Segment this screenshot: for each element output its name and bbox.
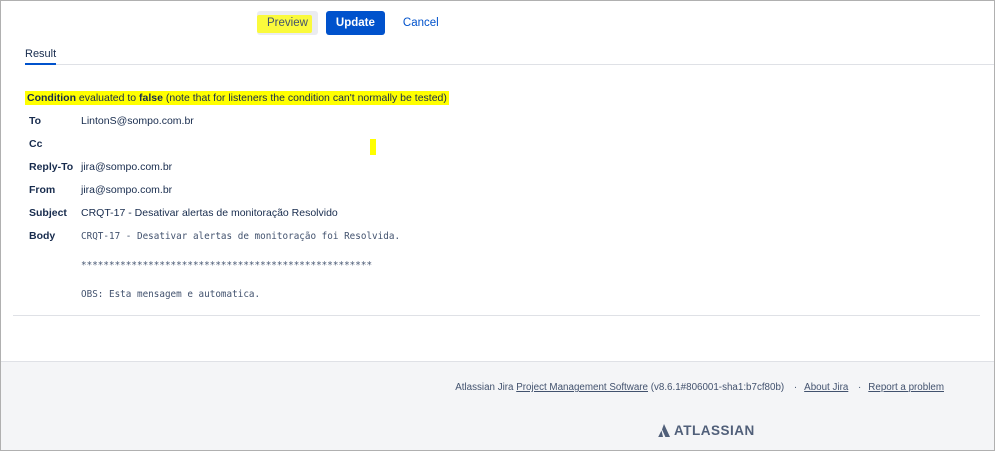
condition-note: (note that for listeners the condition c… — [162, 92, 447, 104]
preview-button[interactable]: Preview — [257, 11, 318, 35]
email-row-from: From jira@sompo.com.br — [29, 182, 400, 205]
field-value: CRQT-17 - Desativar alertas de monitoraç… — [81, 207, 338, 219]
atlassian-mark-icon — [658, 424, 670, 437]
report-problem-link[interactable]: Report a problem — [868, 382, 944, 393]
condition-text: evaluated to — [75, 92, 140, 104]
email-row-subject: Subject CRQT-17 - Desativar alertas de mo… — [29, 205, 400, 228]
email-row-body: Body CRQT-17 - Desativar alertas de moni… — [29, 228, 400, 319]
field-value — [81, 136, 400, 159]
field-label: Body — [29, 230, 56, 242]
separator: · — [858, 382, 862, 393]
field-label: To — [29, 115, 42, 127]
version-text: (v8.6.1#806001-sha1:b7cf80b) — [648, 382, 785, 393]
field-value: jira@sompo.com.br — [81, 184, 173, 196]
divider — [13, 315, 980, 316]
condition-result: Condition evaluated to false (note that … — [25, 91, 449, 105]
update-button[interactable]: Update — [325, 11, 385, 35]
body-line: CRQT-17 - Desativar alertas de monitoraç… — [81, 231, 401, 242]
toolbar: Preview Update Cancel — [257, 11, 449, 35]
email-preview: To LintonS@sompo.com.br Cc Reply-To jira@s… — [29, 113, 400, 319]
field-label: Reply-To — [29, 161, 74, 173]
logo-text: ATLASSIAN — [674, 423, 755, 438]
condition-label: Condition — [27, 92, 76, 104]
footer-prefix: Atlassian Jira — [455, 382, 517, 393]
email-row-to: To LintonS@sompo.com.br — [29, 113, 400, 136]
condition-value: false — [139, 92, 163, 104]
preview-label: Preview — [267, 17, 308, 29]
tab-result[interactable]: Result — [25, 48, 57, 65]
separator: · — [793, 382, 798, 393]
footer-links: Atlassian Jira Project Management Softwa… — [455, 382, 944, 393]
field-label: Subject — [29, 207, 67, 219]
about-jira-link[interactable]: About Jira — [804, 382, 848, 393]
field-value: jira@sompo.com.br — [81, 161, 173, 173]
field-value: LintonS@sompo.com.br — [81, 115, 194, 127]
tab-bar: Result — [25, 48, 994, 65]
atlassian-logo: ATLASSIAN — [658, 423, 755, 438]
field-label: From — [29, 184, 56, 196]
footer: Atlassian Jira Project Management Softwa… — [1, 361, 994, 450]
email-row-reply-to: Reply-To jira@sompo.com.br — [29, 159, 400, 182]
body-line: ****************************************… — [81, 260, 373, 271]
cancel-button[interactable]: Cancel — [393, 11, 449, 35]
pms-link[interactable]: Project Management Software — [516, 382, 648, 393]
email-row-cc: Cc — [29, 136, 400, 159]
field-label: Cc — [29, 138, 43, 150]
